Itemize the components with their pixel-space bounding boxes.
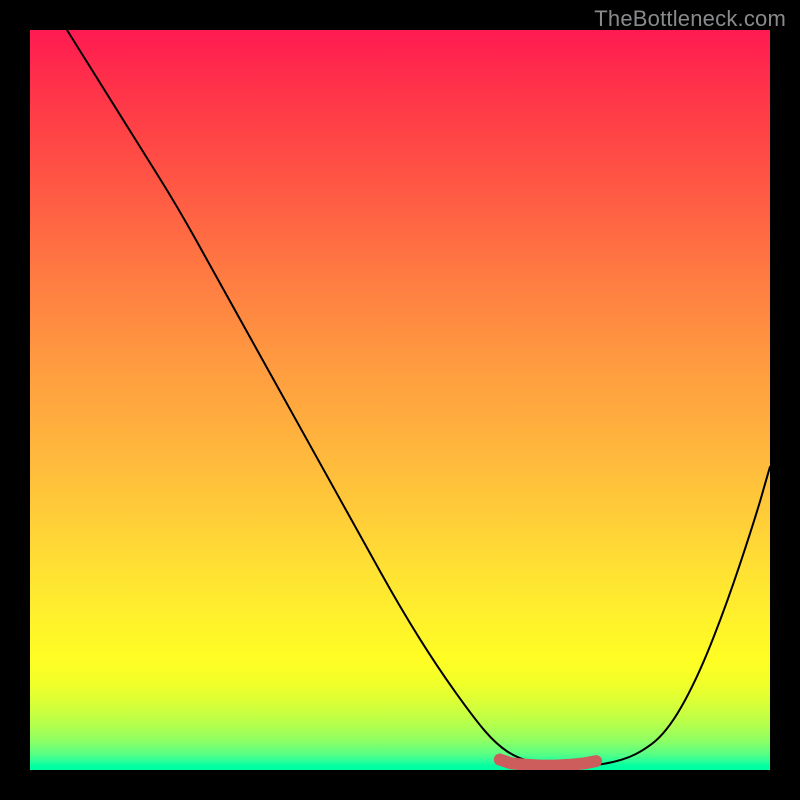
watermark-text: TheBottleneck.com <box>594 6 786 32</box>
chart-svg <box>30 30 770 770</box>
chart-frame: TheBottleneck.com <box>0 0 800 800</box>
optimal-marker <box>500 760 596 766</box>
bottleneck-curve <box>67 30 770 766</box>
optimal-marker-dot <box>494 754 506 766</box>
plot-area <box>30 30 770 770</box>
